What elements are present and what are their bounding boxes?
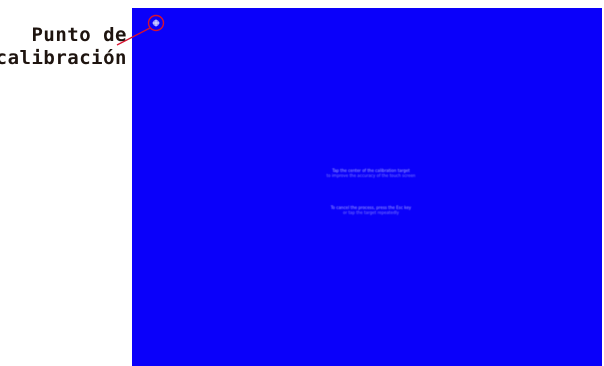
calibration-point-label: Punto de calibración (0, 24, 127, 70)
calibration-instruction-line-4: or tap the target repeatedly (343, 210, 399, 215)
calibration-label-line-2: calibración (0, 47, 127, 69)
calibration-screen[interactable]: Tap the center of the calibration target… (132, 8, 602, 366)
calibration-label-line-1: Punto de (31, 24, 127, 46)
calibration-instruction-line-2: to improve the accuracy of the touch scr… (326, 173, 416, 178)
